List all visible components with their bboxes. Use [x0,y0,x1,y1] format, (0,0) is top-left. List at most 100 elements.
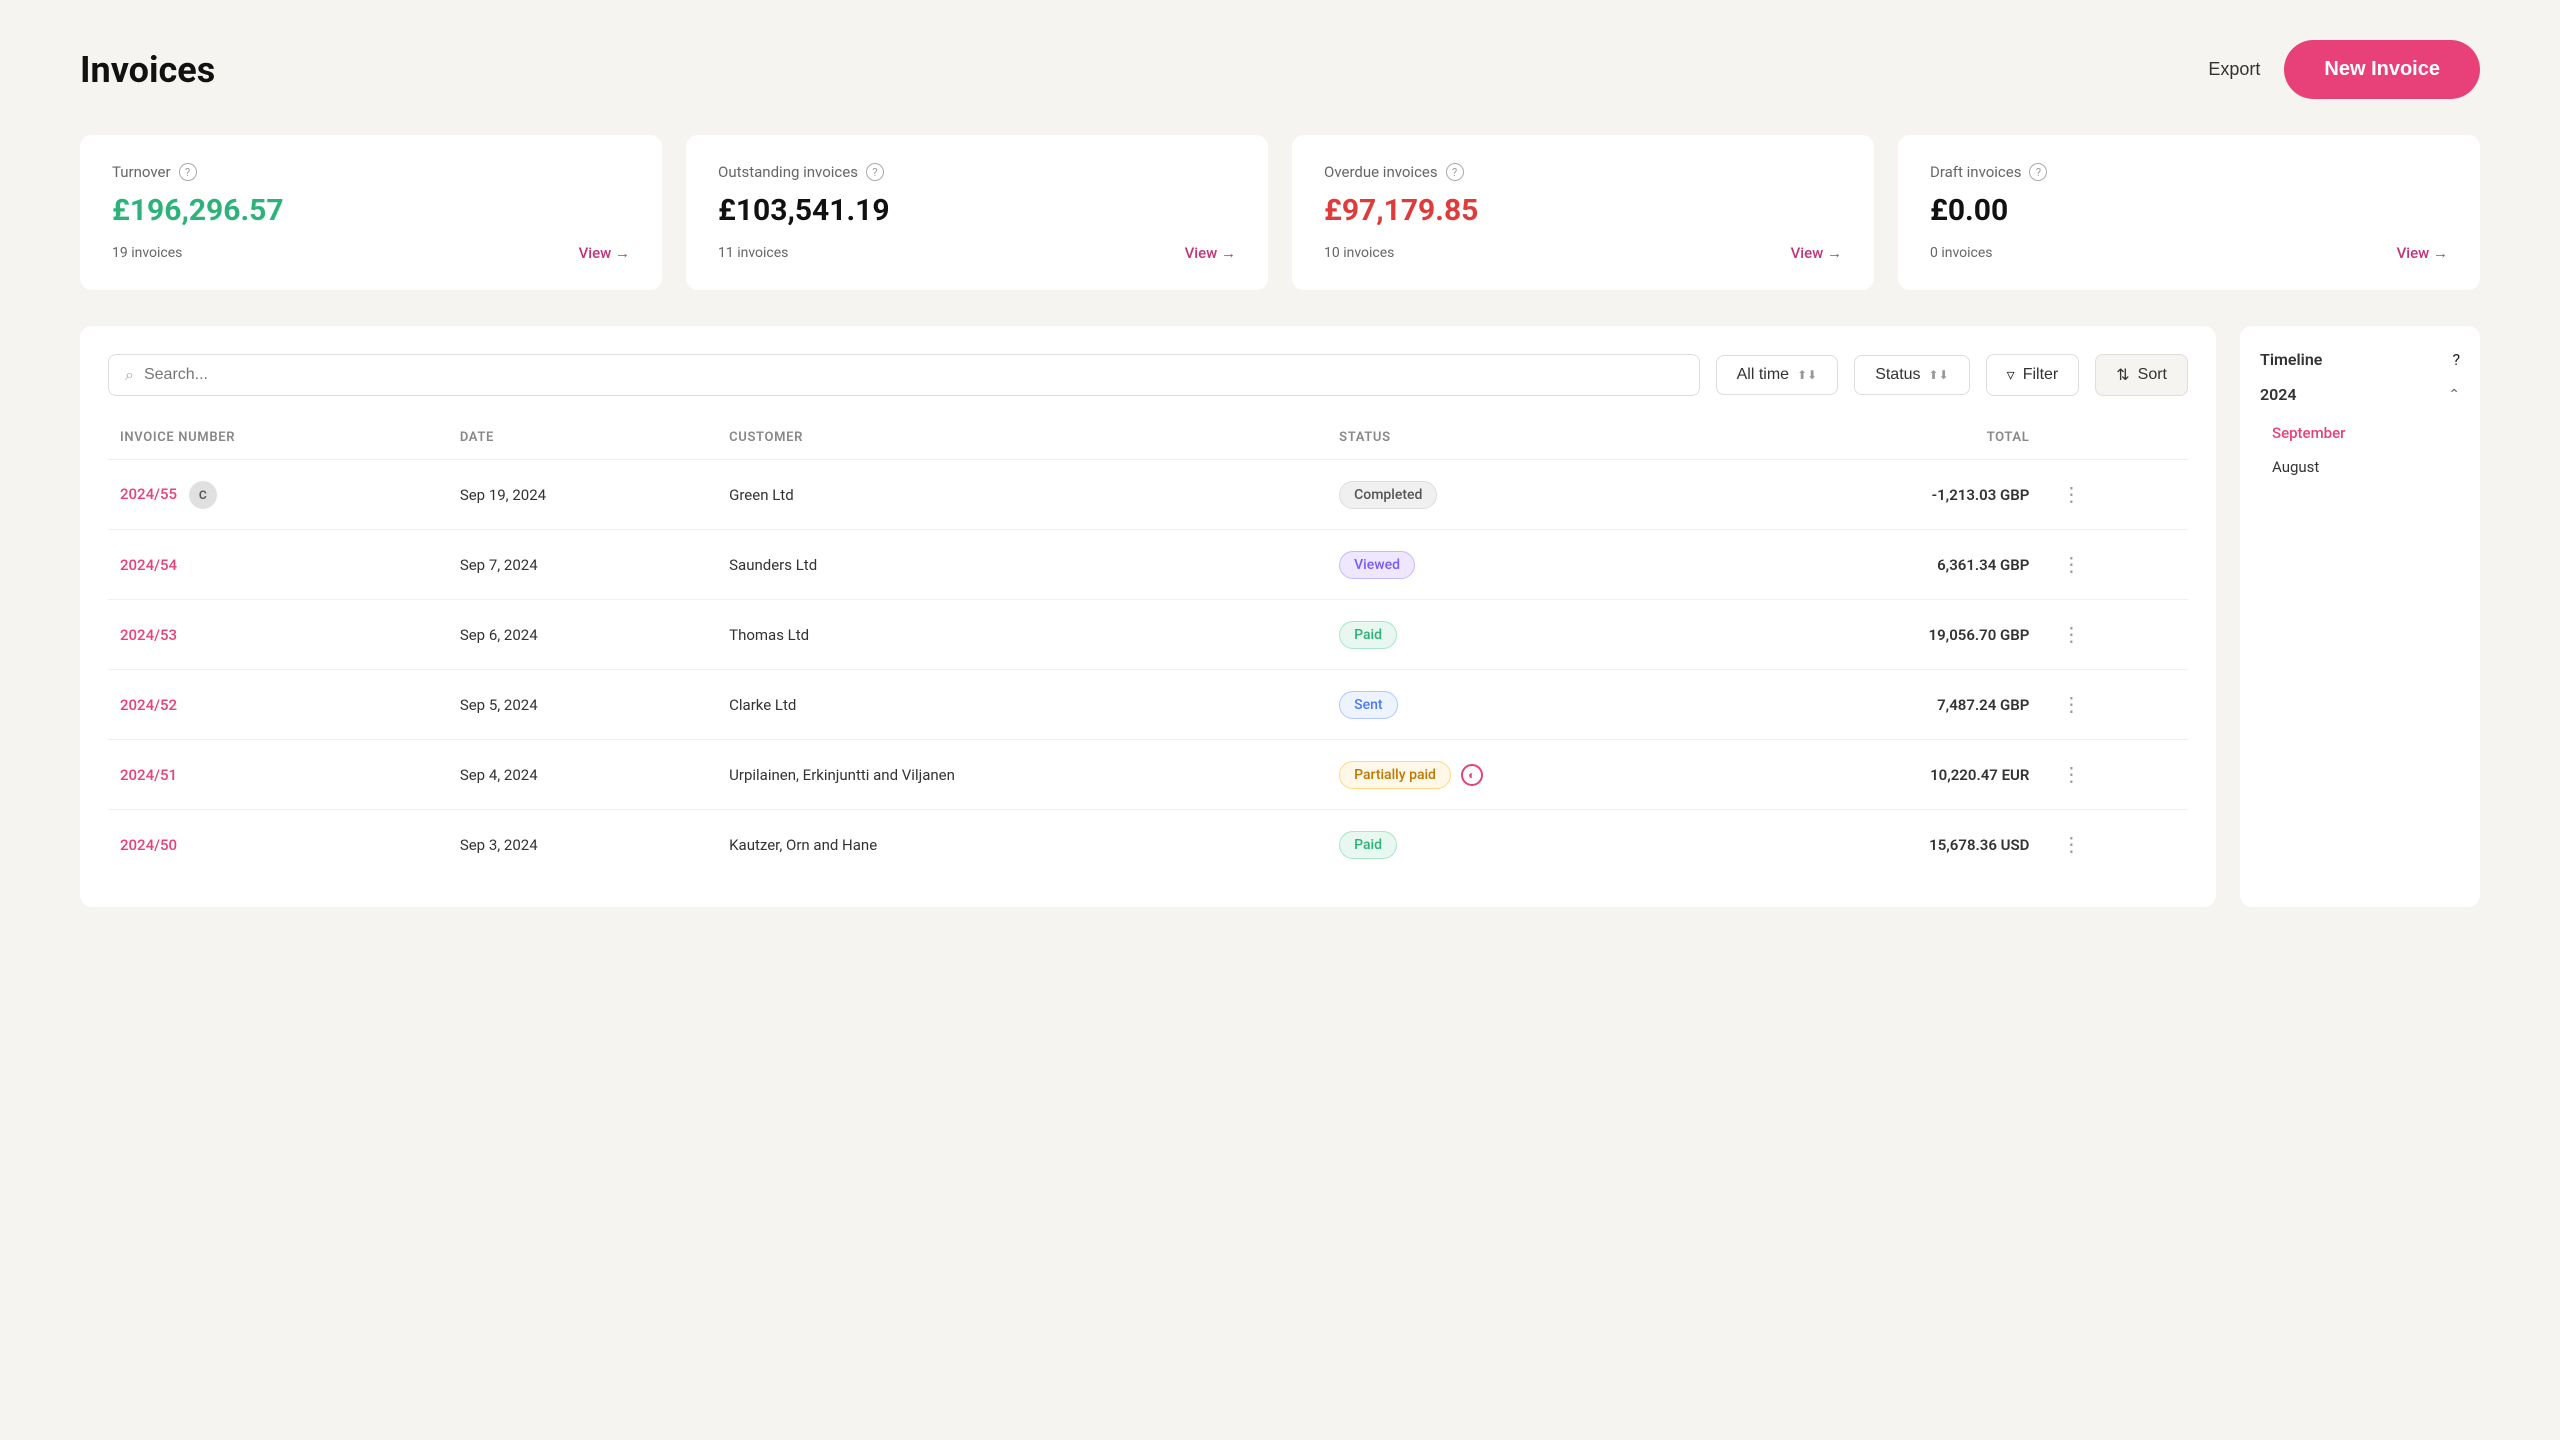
overdue-help-icon[interactable]: ? [1446,163,1464,181]
row-action-button[interactable]: ⋮ [2053,758,2089,791]
invoice-num-cell: 2024/54 [108,530,448,600]
col-invoice-number: INVOICE NUMBER [108,420,448,460]
row-action-button[interactable]: ⋮ [2053,548,2089,581]
row-action-button[interactable]: ⋮ [2053,688,2089,721]
col-status: STATUS [1327,420,1736,460]
status-badge: Partially paid [1339,761,1451,789]
turnover-count: 19 invoices [112,245,182,261]
sort-icon: ⇅ [2116,365,2129,385]
status-cell: Paid [1327,810,1736,880]
status-cell: Sent [1327,670,1736,740]
overdue-footer: 10 invoices View → [1324,244,1842,262]
invoice-number-link[interactable]: 2024/55 [120,485,177,503]
timeline-header: Timeline ? [2260,350,2460,369]
sort-button[interactable]: ⇅ Sort [2095,354,2188,396]
action-cell: ⋮ [2041,460,2188,530]
table-row: 2024/51 Sep 4, 2024 Urpilainen, Erkinjun… [108,740,2188,810]
action-cell: ⋮ [2041,600,2188,670]
outstanding-footer: 11 invoices View → [718,244,1236,262]
customer-cell: Urpilainen, Erkinjuntti and Viljanen [717,740,1327,810]
overdue-view-link[interactable]: View → [1791,244,1842,262]
action-cell: ⋮ [2041,670,2188,740]
turnover-help-icon[interactable]: ? [179,163,197,181]
total-cell: 6,361.34 GBP [1736,530,2041,600]
status-cell: Completed [1327,460,1736,530]
search-box: ⌕ [108,354,1700,396]
col-total: TOTAL [1736,420,2041,460]
invoice-num-cell: 2024/50 [108,810,448,880]
timeline-panel: Timeline ? 2024 ⌃ SeptemberAugust [2240,326,2480,907]
filter-icon: ▿ [2007,365,2015,385]
invoice-number-link[interactable]: 2024/52 [120,696,177,714]
status-badge: Paid [1339,621,1397,649]
outstanding-value: £103,541.19 [718,193,1236,228]
timeline-year: 2024 ⌃ [2260,385,2460,404]
date-cell: Sep 6, 2024 [448,600,717,670]
customer-cell: Kautzer, Orn and Hane [717,810,1327,880]
export-button[interactable]: Export [2208,59,2260,80]
outstanding-label: Outstanding invoices ? [718,163,1236,181]
customer-avatar: C [189,481,217,509]
row-action-button[interactable]: ⋮ [2053,618,2089,651]
action-cell: ⋮ [2041,530,2188,600]
timeline-year-label: 2024 [2260,385,2297,404]
filter-button[interactable]: ▿ Filter [1986,354,2080,396]
clock-icon: ◐ [1461,764,1483,786]
overdue-value: £97,179.85 [1324,193,1842,228]
summary-cards: Turnover ? £196,296.57 19 invoices View … [80,135,2480,290]
draft-help-icon[interactable]: ? [2029,163,2047,181]
draft-count: 0 invoices [1930,245,1993,261]
invoice-panel: ⌕ All time ⬆⬇ Status ⬆⬇ ▿ Filter ⇅ So [80,326,2216,907]
status-filter-button[interactable]: Status ⬆⬇ [1854,355,1969,395]
draft-view-link[interactable]: View → [2397,244,2448,262]
row-action-button[interactable]: ⋮ [2053,478,2089,511]
status-badge: Viewed [1339,551,1415,579]
time-filter-button[interactable]: All time ⬆⬇ [1716,355,1839,395]
status-badge: Paid [1339,831,1397,859]
timeline-month[interactable]: September [2260,416,2460,450]
page-title: Invoices [80,49,215,91]
timeline-month[interactable]: August [2260,450,2460,484]
date-cell: Sep 5, 2024 [448,670,717,740]
outstanding-view-link[interactable]: View → [1185,244,1236,262]
total-cell: -1,213.03 GBP [1736,460,2041,530]
timeline-help-icon[interactable]: ? [2452,350,2460,369]
new-invoice-button[interactable]: New Invoice [2284,40,2480,99]
status-cell: Paid [1327,600,1736,670]
draft-value: £0.00 [1930,193,2448,228]
overdue-count: 10 invoices [1324,245,1394,261]
invoice-number-link[interactable]: 2024/51 [120,766,177,784]
table-row: 2024/54 Sep 7, 2024 Saunders Ltd Viewed … [108,530,2188,600]
total-cell: 10,220.47 EUR [1736,740,2041,810]
total-cell: 15,678.36 USD [1736,810,2041,880]
invoice-number-link[interactable]: 2024/50 [120,836,177,854]
invoice-number-link[interactable]: 2024/54 [120,556,177,574]
outstanding-count: 11 invoices [718,245,788,261]
row-action-button[interactable]: ⋮ [2053,828,2089,861]
draft-footer: 0 invoices View → [1930,244,2448,262]
table-header-row: INVOICE NUMBER DATE CUSTOMER STATUS TOTA… [108,420,2188,460]
table-row: 2024/53 Sep 6, 2024 Thomas Ltd Paid 19,0… [108,600,2188,670]
invoice-num-cell: 2024/51 [108,740,448,810]
col-customer: CUSTOMER [717,420,1327,460]
time-filter-arrow-icon: ⬆⬇ [1797,368,1817,382]
status-badge: Completed [1339,481,1437,509]
toolbar: ⌕ All time ⬆⬇ Status ⬆⬇ ▿ Filter ⇅ So [108,354,2188,396]
customer-cell: Saunders Ltd [717,530,1327,600]
outstanding-help-icon[interactable]: ? [866,163,884,181]
main-content: ⌕ All time ⬆⬇ Status ⬆⬇ ▿ Filter ⇅ So [80,326,2480,907]
timeline-collapse-icon[interactable]: ⌃ [2448,387,2460,403]
invoice-table: INVOICE NUMBER DATE CUSTOMER STATUS TOTA… [108,420,2188,879]
total-cell: 7,487.24 GBP [1736,670,2041,740]
invoice-number-link[interactable]: 2024/53 [120,626,177,644]
table-row: 2024/55 C Sep 19, 2024 Green Ltd Complet… [108,460,2188,530]
col-actions [2041,420,2188,460]
page-header: Invoices Export New Invoice [80,40,2480,99]
turnover-view-link[interactable]: View → [579,244,630,262]
table-row: 2024/50 Sep 3, 2024 Kautzer, Orn and Han… [108,810,2188,880]
search-input[interactable] [144,366,1683,384]
action-cell: ⋮ [2041,740,2188,810]
timeline-title: Timeline [2260,350,2322,369]
date-cell: Sep 3, 2024 [448,810,717,880]
date-cell: Sep 4, 2024 [448,740,717,810]
